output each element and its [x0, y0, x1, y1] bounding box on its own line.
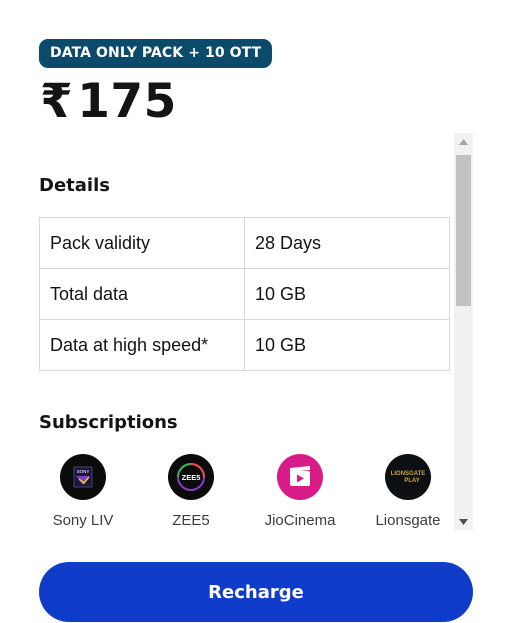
scrollbar-thumb[interactable] — [456, 155, 471, 306]
svg-text:PLAY: PLAY — [404, 478, 419, 484]
detail-value: 10 GB — [244, 268, 450, 320]
svg-text:ZEE5: ZEE5 — [182, 473, 201, 482]
sony-liv-logo-icon: SONY — [60, 454, 106, 500]
details-table: Pack validity 28 Days Total data 10 GB D… — [39, 217, 450, 371]
detail-value: 10 GB — [244, 319, 450, 371]
detail-label: Data at high speed* — [39, 319, 245, 371]
scroll-down-arrow-icon[interactable] — [454, 513, 473, 530]
subscription-item-jiocinema[interactable]: JioCinema — [255, 454, 345, 529]
subscription-name: Lionsgate — [375, 512, 441, 529]
plan-price: ₹175 — [40, 74, 177, 130]
pack-type-badge: DATA ONLY PACK + 10 OTT — [39, 39, 273, 68]
detail-label: Pack validity — [39, 217, 245, 269]
details-heading: Details — [39, 175, 110, 196]
jiocinema-logo-icon — [277, 454, 323, 500]
subscription-item-lionsgate[interactable]: LIONSGATE PLAY Lionsgate — [363, 454, 453, 529]
plan-details-scroll-area[interactable]: Details Pack validity 28 Days Total data… — [39, 133, 473, 530]
detail-value: 28 Days — [244, 217, 450, 269]
svg-text:LIONSGATE: LIONSGATE — [391, 471, 426, 477]
vertical-scrollbar[interactable] — [454, 133, 473, 530]
table-row: Pack validity 28 Days — [39, 217, 450, 269]
lionsgate-play-logo-icon: LIONSGATE PLAY — [385, 454, 431, 500]
subscription-item-sony-liv[interactable]: SONY Sony LIV — [39, 454, 128, 529]
subscription-name: ZEE5 — [172, 512, 210, 529]
subscription-name: JioCinema — [264, 512, 336, 529]
table-row: Total data 10 GB — [39, 268, 450, 320]
detail-label: Total data — [39, 268, 245, 320]
subscriptions-list: SONY Sony LIV ZEE5 ZEE5 JioCinema LIONSG… — [39, 454, 450, 530]
recharge-button[interactable]: Recharge — [39, 562, 473, 622]
currency-symbol: ₹ — [40, 74, 74, 129]
zee5-logo-icon: ZEE5 — [168, 454, 214, 500]
subscription-item-zee5[interactable]: ZEE5 ZEE5 — [146, 454, 236, 529]
price-amount: 175 — [77, 74, 177, 129]
subscriptions-heading: Subscriptions — [39, 412, 178, 433]
subscription-name: Sony LIV — [52, 512, 114, 529]
scroll-up-arrow-icon[interactable] — [454, 133, 473, 150]
table-row: Data at high speed* 10 GB — [39, 319, 450, 371]
svg-text:SONY: SONY — [77, 469, 90, 474]
